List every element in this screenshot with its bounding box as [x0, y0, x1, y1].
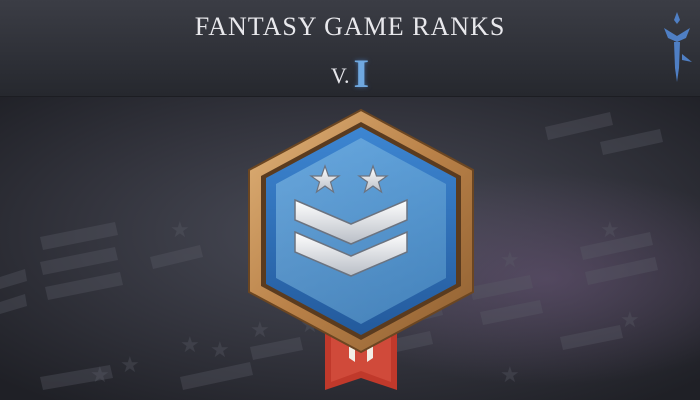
svg-text:★: ★ — [500, 248, 520, 273]
svg-text:★: ★ — [120, 353, 140, 378]
svg-text:★: ★ — [210, 338, 230, 363]
svg-text:★: ★ — [90, 363, 110, 388]
svg-text:★: ★ — [620, 308, 640, 333]
header-bar: FANTASY GAME RANKS V. I — [0, 0, 700, 97]
page-title: FANTASY GAME RANKS — [194, 12, 506, 41]
svg-text:★: ★ — [600, 218, 620, 243]
svg-text:★: ★ — [500, 363, 520, 388]
svg-text:★: ★ — [170, 218, 190, 243]
version-prefix: V. — [330, 63, 350, 88]
svg-text:★: ★ — [180, 333, 200, 358]
version-number: I — [353, 51, 370, 96]
rank-badge — [248, 108, 474, 390]
sword-emblem-icon — [664, 12, 692, 82]
version-label: V. I — [0, 50, 700, 97]
